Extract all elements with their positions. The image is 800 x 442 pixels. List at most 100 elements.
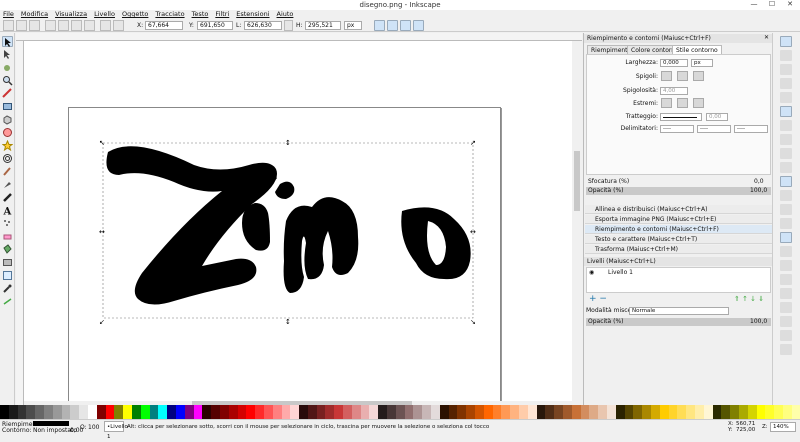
pen-tool-icon[interactable] bbox=[2, 179, 13, 190]
copy-icon[interactable] bbox=[780, 148, 792, 159]
opacity-status-value[interactable]: 100 bbox=[88, 424, 99, 431]
menu-modifica[interactable]: Modifica bbox=[21, 10, 48, 19]
panel-text-font[interactable]: Testo e carattere (Maiusc+Ctrl+T) bbox=[585, 235, 772, 244]
selector-tool-icon[interactable] bbox=[2, 36, 13, 47]
minimize-button[interactable]: — bbox=[745, 0, 763, 9]
palette-swatch[interactable] bbox=[659, 405, 669, 419]
add-layer-icon[interactable]: + − bbox=[589, 295, 607, 304]
spiral-tool-icon[interactable] bbox=[2, 153, 13, 164]
palette-swatch[interactable] bbox=[774, 405, 783, 419]
palette-swatch[interactable] bbox=[272, 405, 282, 419]
palette-swatch[interactable] bbox=[158, 405, 168, 419]
palette-swatch[interactable] bbox=[650, 405, 660, 419]
stroke-width-field[interactable]: 0,000 bbox=[660, 59, 688, 67]
palette-swatch[interactable] bbox=[61, 405, 71, 419]
eye-icon[interactable]: ◉ bbox=[589, 269, 594, 276]
menu-estensioni[interactable]: Estensioni bbox=[236, 10, 269, 19]
panel-transform[interactable]: Trasforma (Maiusc+Ctrl+M) bbox=[585, 245, 772, 254]
zoom-tool-icon[interactable] bbox=[2, 75, 13, 86]
palette-swatch[interactable] bbox=[79, 405, 88, 419]
undo-icon[interactable] bbox=[780, 120, 792, 131]
palette-swatch[interactable] bbox=[17, 405, 27, 419]
palette-swatch[interactable] bbox=[439, 405, 449, 419]
palette-swatch[interactable] bbox=[536, 405, 546, 419]
palette-swatch[interactable] bbox=[606, 405, 616, 419]
width-field[interactable]: 626,630 bbox=[244, 21, 282, 30]
palette-swatch[interactable] bbox=[219, 405, 229, 419]
blur-value[interactable]: 0,0 bbox=[754, 178, 764, 186]
palette-swatch[interactable] bbox=[624, 405, 634, 419]
menu-aiuto[interactable]: Aiuto bbox=[277, 10, 294, 19]
palette-swatch[interactable] bbox=[501, 405, 511, 419]
palette-swatch[interactable] bbox=[422, 405, 432, 419]
palette-swatch[interactable] bbox=[70, 405, 80, 419]
open-icon[interactable] bbox=[780, 64, 792, 75]
menu-file[interactable]: File bbox=[3, 10, 14, 19]
stroke-unit-select[interactable]: px bbox=[691, 59, 713, 67]
palette-swatch[interactable] bbox=[395, 405, 405, 419]
panel-fill-stroke[interactable]: Riempimento e contorni (Maiusc+Ctrl+F) bbox=[585, 225, 772, 234]
layer-select[interactable]: •Livello 1 bbox=[104, 421, 128, 440]
rotate-ccw-icon[interactable] bbox=[45, 20, 56, 31]
dash-pattern-select[interactable] bbox=[660, 113, 702, 121]
connector-tool-icon[interactable] bbox=[2, 296, 13, 307]
palette-swatch[interactable] bbox=[131, 405, 141, 419]
tab-stroke-style[interactable]: Stile contorno bbox=[672, 45, 722, 54]
palette-swatch[interactable] bbox=[492, 405, 502, 419]
palette-swatch[interactable] bbox=[791, 405, 800, 419]
select-all-layers-icon[interactable] bbox=[16, 20, 27, 31]
menu-testo[interactable]: Testo bbox=[192, 10, 209, 19]
3d-box-tool-icon[interactable] bbox=[2, 114, 13, 125]
palette-swatch[interactable] bbox=[105, 405, 115, 419]
opacity-value[interactable]: 100,0 bbox=[750, 187, 767, 195]
palette-swatch[interactable] bbox=[246, 405, 256, 419]
flip-horizontal-icon[interactable] bbox=[71, 20, 82, 31]
vertical-ruler[interactable] bbox=[16, 41, 24, 405]
palette-swatch[interactable] bbox=[589, 405, 599, 419]
measure-tool-icon[interactable] bbox=[2, 88, 13, 99]
palette-swatch[interactable] bbox=[193, 405, 203, 419]
vertical-scrollbar[interactable] bbox=[572, 41, 582, 405]
new-document-icon[interactable] bbox=[780, 50, 792, 61]
select-all-icon[interactable] bbox=[3, 20, 14, 31]
palette-swatch[interactable] bbox=[712, 405, 722, 419]
pencil-tool-icon[interactable] bbox=[2, 166, 13, 177]
height-field[interactable]: 295,521 bbox=[305, 21, 341, 30]
end-marker-select[interactable]: ---- bbox=[734, 125, 768, 133]
menu-livello[interactable]: Livello bbox=[94, 10, 115, 19]
print-icon[interactable] bbox=[780, 92, 792, 103]
rectangle-tool-icon[interactable] bbox=[2, 101, 13, 112]
blend-mode-select[interactable]: Normale bbox=[629, 307, 729, 315]
dash-offset-field[interactable]: 0,00 bbox=[706, 113, 728, 121]
snap-guide-icon[interactable] bbox=[780, 232, 792, 243]
miter-limit-field[interactable]: 4,00 bbox=[660, 87, 688, 95]
palette-swatch[interactable] bbox=[228, 405, 238, 419]
maximize-button[interactable]: ☐ bbox=[763, 0, 781, 9]
palette-swatch[interactable] bbox=[448, 405, 458, 419]
color-palette[interactable] bbox=[0, 405, 800, 419]
palette-swatch[interactable] bbox=[290, 405, 300, 419]
cap-square-button[interactable] bbox=[693, 98, 704, 108]
ellipse-tool-icon[interactable] bbox=[2, 127, 13, 138]
gradient-tool-icon[interactable] bbox=[2, 257, 13, 268]
star-tool-icon[interactable] bbox=[1, 139, 14, 152]
palette-swatch[interactable] bbox=[96, 405, 106, 419]
palette-swatch[interactable] bbox=[325, 405, 335, 419]
mesh-tool-icon[interactable] bbox=[2, 270, 13, 281]
logo-artwork[interactable]: ↖ ↕ ↗ ↔ ↔ ↙ ↕ ↘ bbox=[24, 41, 572, 405]
palette-swatch[interactable] bbox=[8, 405, 18, 419]
palette-swatch[interactable] bbox=[554, 405, 563, 419]
palette-swatch[interactable] bbox=[26, 405, 36, 419]
text-dialog-icon[interactable] bbox=[780, 288, 792, 299]
y-field[interactable]: 691,650 bbox=[197, 21, 233, 30]
palette-swatch[interactable] bbox=[263, 405, 273, 419]
palette-swatch[interactable] bbox=[184, 405, 194, 419]
zoom-selection-icon[interactable] bbox=[780, 190, 792, 201]
palette-swatch[interactable] bbox=[299, 405, 308, 419]
palette-swatch[interactable] bbox=[677, 405, 687, 419]
palette-swatch[interactable] bbox=[360, 405, 370, 419]
palette-swatch[interactable] bbox=[686, 405, 695, 419]
zoom-page-icon[interactable] bbox=[780, 204, 792, 215]
palette-swatch[interactable] bbox=[114, 405, 124, 419]
layers-icon[interactable] bbox=[780, 302, 792, 313]
